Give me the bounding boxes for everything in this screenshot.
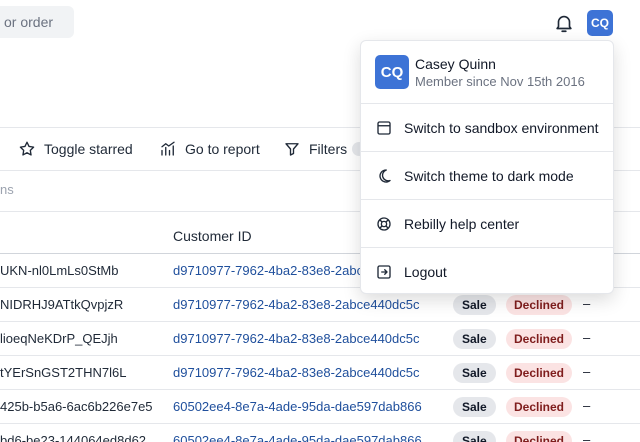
window-icon (377, 120, 391, 135)
status-badge: Declined (506, 363, 573, 383)
avatar-initials: CQ (380, 63, 404, 81)
status-badge: Declined (506, 397, 573, 417)
extra-cell: – (583, 296, 591, 311)
user-menu-dropdown: CQ Casey Quinn Member since Nov 15th 201… (360, 40, 614, 294)
menu-item-help-center[interactable]: Rebilly help center (361, 200, 613, 248)
customer-id-link[interactable]: 60502ee4-8e7a-4ade-95da-dae597dab866 (173, 433, 422, 442)
type-badge: Sale (453, 295, 496, 315)
member-since: Member since Nov 15th 2016 (415, 74, 585, 89)
search-placeholder: or order (4, 14, 54, 30)
toggle-starred-label: Toggle starred (44, 141, 133, 157)
menu-item-label: Switch theme to dark mode (404, 167, 574, 184)
user-avatar-button[interactable]: CQ (587, 10, 613, 36)
logout-icon (377, 265, 391, 279)
extra-cell: – (583, 364, 591, 379)
menu-item-label: Switch to sandbox environment (404, 119, 599, 136)
menu-item-dark-mode[interactable]: Switch theme to dark mode (361, 152, 613, 200)
filter-icon (285, 143, 299, 156)
bell-icon[interactable] (553, 12, 575, 34)
customer-id-link[interactable]: 60502ee4-8e7a-4ade-95da-dae597dab866 (173, 399, 422, 414)
menu-item-logout[interactable]: Logout (361, 248, 613, 296)
table-row[interactable]: 425b-b5a6-6ac6b226e7e5 60502ee4-8e7a-4ad… (0, 390, 640, 424)
type-badge: Sale (453, 431, 496, 442)
customer-id-link[interactable]: d9710977-7962-4ba2-83e8-2abce440dc5c (173, 297, 420, 312)
go-to-report-label: Go to report (185, 141, 260, 157)
transaction-id[interactable]: NIDRHJ9ATtkQvpjzR (0, 297, 123, 312)
status-badge: Declined (506, 329, 573, 349)
star-icon (19, 141, 35, 156)
moon-icon (379, 168, 391, 183)
customer-id-link[interactable]: d9710977-7962-4ba2-83e8-2abce440dc5c (173, 331, 420, 346)
search-hint: ns (0, 182, 14, 197)
user-name: Casey Quinn (415, 56, 496, 72)
menu-item-label: Rebilly help center (404, 215, 520, 232)
lifebuoy-icon (377, 216, 391, 231)
table-row[interactable]: bd6-be23-144064ed8d62 60502ee4-8e7a-4ade… (0, 424, 640, 442)
transaction-id[interactable]: bd6-be23-144064ed8d62 (0, 433, 146, 442)
extra-cell: – (583, 432, 591, 442)
transaction-id[interactable]: lioeqNeKDrP_QEJjh (0, 331, 118, 346)
avatar: CQ (375, 55, 409, 89)
type-badge: Sale (453, 363, 496, 383)
transaction-id[interactable]: 425b-b5a6-6ac6b226e7e5 (0, 399, 153, 414)
chart-icon (161, 141, 175, 156)
type-badge: Sale (453, 397, 496, 417)
extra-cell: – (583, 330, 591, 345)
search-input[interactable]: or order (0, 6, 74, 38)
avatar-initials: CQ (591, 16, 609, 30)
column-header-customer-id[interactable]: Customer ID (173, 228, 252, 244)
extra-cell: – (583, 398, 591, 413)
status-badge: Declined (506, 295, 573, 315)
user-profile-header: CQ Casey Quinn Member since Nov 15th 201… (361, 41, 613, 104)
go-to-report-button[interactable]: Go to report (159, 128, 260, 170)
transaction-id[interactable]: UKN-nl0LmLs0StMb (0, 263, 119, 278)
filters-button[interactable]: Filters (283, 128, 347, 170)
menu-item-sandbox[interactable]: Switch to sandbox environment (361, 104, 613, 152)
transaction-id[interactable]: tYErSnGST2THN7l6L (0, 365, 126, 380)
menu-item-label: Logout (404, 264, 447, 280)
filters-label: Filters (309, 141, 348, 157)
type-badge: Sale (453, 329, 496, 349)
status-badge: Declined (506, 431, 573, 442)
table-row[interactable]: tYErSnGST2THN7l6L d9710977-7962-4ba2-83e… (0, 356, 640, 390)
table-row[interactable]: lioeqNeKDrP_QEJjh d9710977-7962-4ba2-83e… (0, 322, 640, 356)
toggle-starred-button[interactable]: Toggle starred (18, 128, 133, 170)
customer-id-link[interactable]: d9710977-7962-4ba2-83e8-2abce440dc5c (173, 365, 420, 380)
